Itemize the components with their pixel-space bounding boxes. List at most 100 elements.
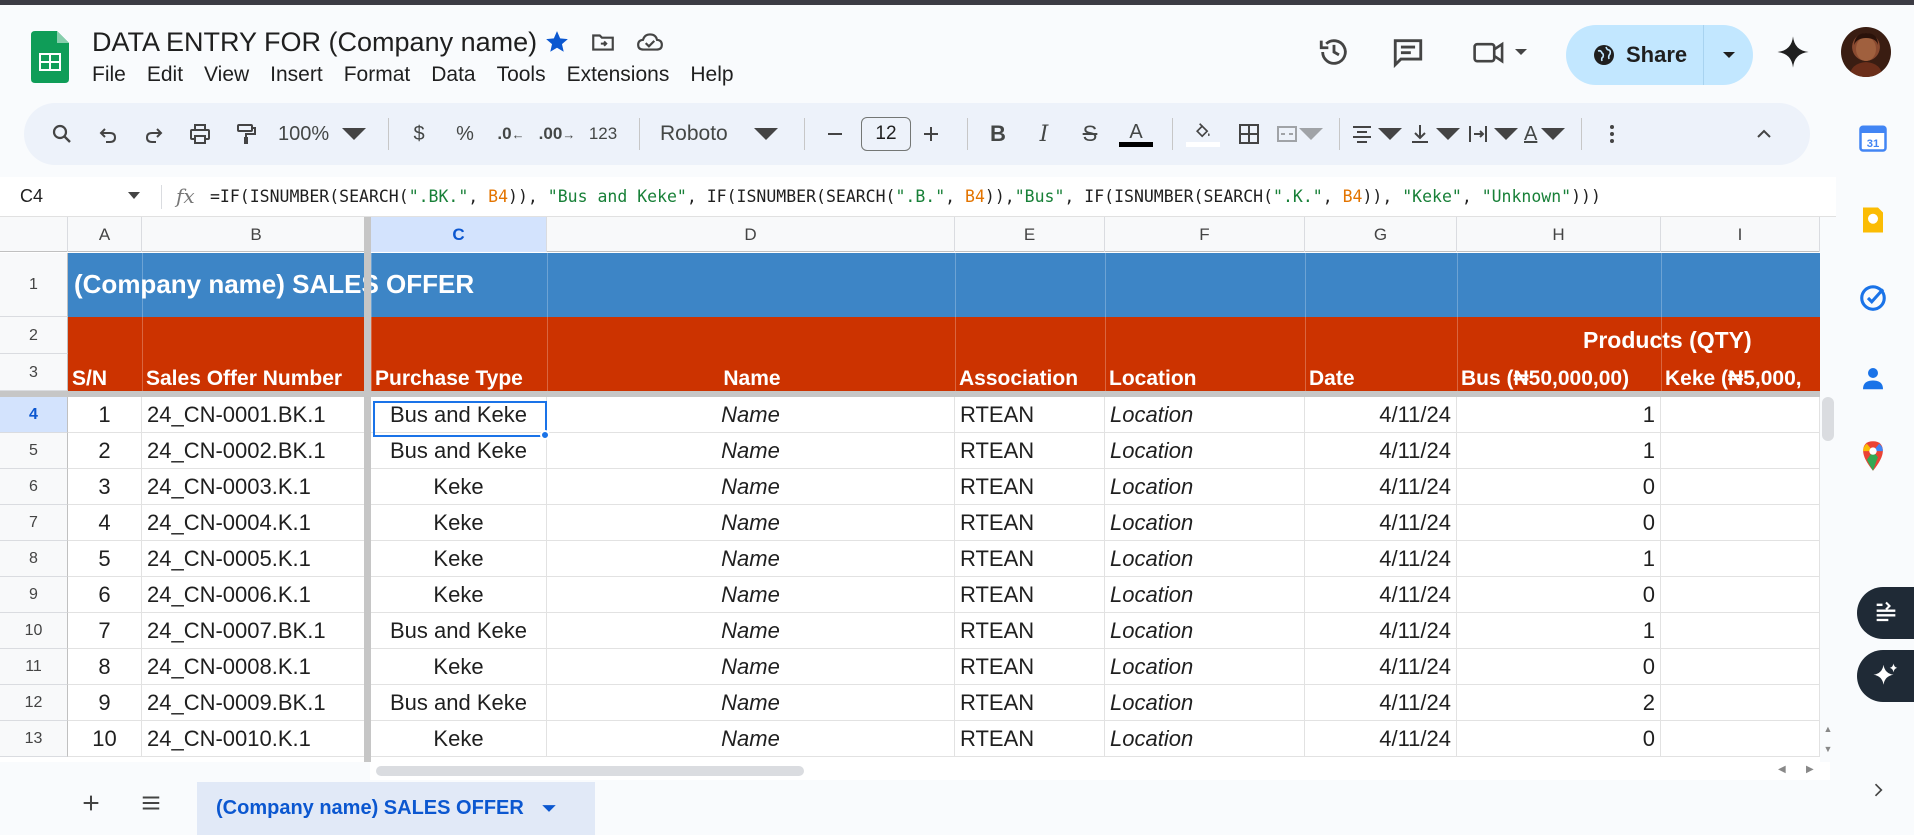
table-cell[interactable]: 1 <box>1457 541 1661 577</box>
table-cell[interactable]: Name <box>547 685 955 721</box>
share-dropdown-button[interactable] <box>1704 50 1753 60</box>
column-header-i[interactable]: I <box>1661 217 1820 252</box>
table-cell[interactable]: Keke <box>371 505 547 541</box>
print-button[interactable] <box>180 114 220 154</box>
table-cell[interactable]: 24_CN-0002.BK.1 <box>142 433 371 469</box>
table-cell[interactable]: 24_CN-0003.K.1 <box>142 469 371 505</box>
frozen-row-divider[interactable] <box>0 391 1820 397</box>
table-cell[interactable]: RTEAN <box>955 721 1105 757</box>
table-cell[interactable]: 24_CN-0010.K.1 <box>142 721 371 757</box>
user-avatar[interactable] <box>1841 27 1891 77</box>
table-cell[interactable]: Location <box>1105 397 1305 433</box>
table-cell[interactable] <box>1661 505 1820 541</box>
table-cell[interactable]: 1 <box>1457 433 1661 469</box>
table-cell[interactable]: 24_CN-0004.K.1 <box>142 505 371 541</box>
table-cell[interactable]: RTEAN <box>955 685 1105 721</box>
table-cell[interactable]: Location <box>1105 577 1305 613</box>
menu-extensions[interactable]: Extensions <box>567 63 670 87</box>
table-cell[interactable]: RTEAN <box>955 649 1105 685</box>
undo-button[interactable] <box>88 114 128 154</box>
text-wrapping-button[interactable] <box>1466 114 1518 154</box>
table-cell[interactable] <box>1661 613 1820 649</box>
gemini-icon[interactable] <box>1776 35 1810 74</box>
table-cell[interactable]: RTEAN <box>955 613 1105 649</box>
frozen-column-divider[interactable] <box>364 217 371 762</box>
text-color-button[interactable]: A <box>1116 114 1156 154</box>
percent-format-button[interactable]: % <box>445 114 485 154</box>
comments-icon[interactable] <box>1391 35 1425 74</box>
table-cell[interactable]: RTEAN <box>955 397 1105 433</box>
column-header-d[interactable]: D <box>547 217 955 252</box>
menu-view[interactable]: View <box>204 63 249 87</box>
scroll-left-arrow-icon[interactable]: ◀ <box>1778 764 1786 775</box>
table-cell[interactable] <box>1661 541 1820 577</box>
table-cell[interactable]: 0 <box>1457 577 1661 613</box>
products-header-cell[interactable]: Products (QTY) <box>1583 327 1752 354</box>
table-cell[interactable]: Location <box>1105 613 1305 649</box>
table-cell[interactable] <box>1661 469 1820 505</box>
table-cell[interactable]: Name <box>547 433 955 469</box>
maps-icon[interactable] <box>1856 439 1890 473</box>
table-cell[interactable]: Location <box>1105 685 1305 721</box>
table-cell[interactable]: 2 <box>68 433 142 469</box>
row-header-2[interactable]: 2 <box>0 317 68 354</box>
table-cell[interactable]: Keke <box>371 469 547 505</box>
font-select[interactable]: Roboto <box>650 114 788 154</box>
menu-tools[interactable]: Tools <box>497 63 546 87</box>
menu-data[interactable]: Data <box>431 63 475 87</box>
search-menus-button[interactable] <box>42 114 82 154</box>
table-cell[interactable]: 4/11/24 <box>1305 721 1457 757</box>
comments-summary-fab[interactable] <box>1857 587 1914 639</box>
column-header-h[interactable]: H <box>1457 217 1661 252</box>
header-cell[interactable]: Location <box>1109 367 1303 391</box>
fill-handle[interactable] <box>540 430 550 440</box>
table-cell[interactable]: 4/11/24 <box>1305 613 1457 649</box>
table-cell[interactable] <box>1661 433 1820 469</box>
move-folder-icon[interactable] <box>590 29 616 60</box>
row-header-10[interactable]: 10 <box>0 613 68 649</box>
table-cell[interactable]: Name <box>547 541 955 577</box>
table-cell[interactable]: 4/11/24 <box>1305 541 1457 577</box>
keep-notes-icon[interactable] <box>1856 203 1890 237</box>
header-cell[interactable]: Keke (₦5,000, <box>1665 367 1818 391</box>
table-cell[interactable] <box>1661 649 1820 685</box>
menu-help[interactable]: Help <box>690 63 733 87</box>
increase-decimal-button[interactable]: .00 → <box>537 114 577 154</box>
row-header-13[interactable]: 13 <box>0 721 68 757</box>
column-header-a[interactable]: A <box>68 217 142 252</box>
tasks-icon[interactable] <box>1856 281 1890 315</box>
table-cell[interactable]: 2 <box>1457 685 1661 721</box>
table-cell[interactable]: 9 <box>68 685 142 721</box>
hide-menus-button[interactable] <box>1744 114 1784 154</box>
header-cell[interactable]: Name <box>551 367 953 391</box>
bold-button[interactable]: B <box>978 114 1018 154</box>
table-cell[interactable]: 24_CN-0007.BK.1 <box>142 613 371 649</box>
sheet-tab-sales-offer[interactable]: (Company name) SALES OFFER <box>197 782 595 835</box>
table-cell[interactable]: Name <box>547 577 955 613</box>
table-cell[interactable]: 24_CN-0008.K.1 <box>142 649 371 685</box>
horizontal-scrollbar-thumb[interactable] <box>376 766 804 776</box>
select-all-corner[interactable] <box>0 217 68 252</box>
table-cell[interactable]: Keke <box>371 541 547 577</box>
strikethrough-button[interactable]: S <box>1070 114 1110 154</box>
table-cell[interactable]: 4/11/24 <box>1305 577 1457 613</box>
more-options-button[interactable] <box>1592 114 1632 154</box>
name-box[interactable]: C4 <box>20 186 140 207</box>
table-cell[interactable]: 24_CN-0009.BK.1 <box>142 685 371 721</box>
table-cell[interactable]: Location <box>1105 721 1305 757</box>
scroll-right-arrow-icon[interactable]: ▶ <box>1806 764 1814 775</box>
font-size-input[interactable]: 12 <box>861 117 911 151</box>
row-header-4[interactable]: 4 <box>0 397 68 433</box>
vertical-align-button[interactable] <box>1408 114 1460 154</box>
row-header-7[interactable]: 7 <box>0 505 68 541</box>
table-cell[interactable]: 0 <box>1457 469 1661 505</box>
borders-button[interactable] <box>1229 114 1269 154</box>
header-cell[interactable]: S/N <box>72 367 140 391</box>
menu-file[interactable]: File <box>92 63 126 87</box>
table-cell[interactable]: 8 <box>68 649 142 685</box>
table-cell[interactable]: 4/11/24 <box>1305 649 1457 685</box>
table-cell[interactable]: 4/11/24 <box>1305 469 1457 505</box>
table-cell[interactable] <box>1661 721 1820 757</box>
all-sheets-button[interactable] <box>139 792 163 819</box>
table-cell[interactable]: Location <box>1105 469 1305 505</box>
